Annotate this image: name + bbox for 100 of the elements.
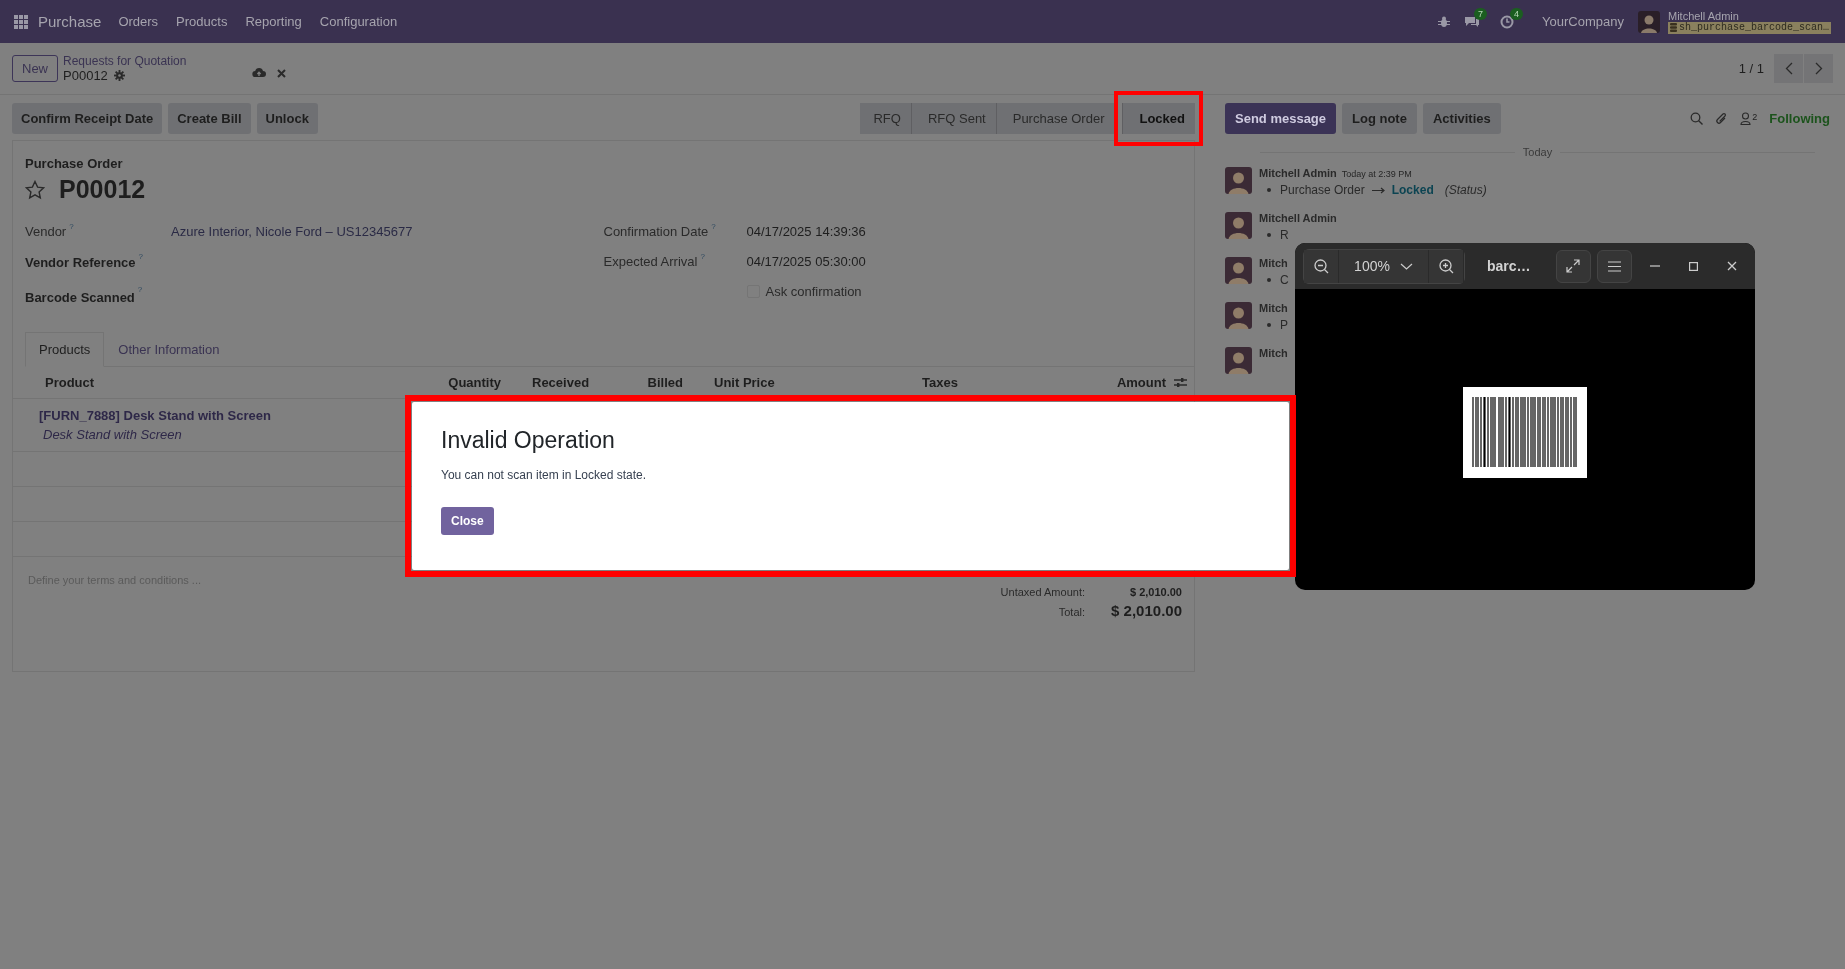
following-button[interactable]: Following — [1769, 111, 1830, 126]
avatar-icon — [1225, 212, 1252, 239]
status-stage[interactable]: Locked — [1122, 103, 1195, 134]
message-author: Mitch — [1259, 302, 1288, 314]
status-stage[interactable]: Purchase Order — [995, 103, 1115, 134]
paperclip-icon[interactable] — [1715, 111, 1729, 126]
minimize-icon — [1649, 265, 1660, 267]
record-title: P00012 — [59, 175, 146, 204]
message-text: R — [1280, 228, 1289, 242]
close-button[interactable]: Close — [441, 507, 494, 535]
pager-value: 1 / 1 — [1738, 61, 1764, 76]
message-time: Today at 2:39 PM — [1341, 169, 1412, 179]
expand-icon — [1566, 259, 1581, 273]
person-icon[interactable] — [1740, 112, 1752, 125]
new-button[interactable]: New — [12, 55, 58, 82]
status-stage[interactable]: RFQ Sent — [910, 103, 996, 134]
chevron-right-icon — [1814, 62, 1823, 75]
field-label: Vendor Reference — [25, 255, 136, 270]
column-header[interactable]: Product — [45, 375, 441, 390]
bullet-icon — [1267, 323, 1271, 327]
tracking-value: Locked — [1391, 183, 1434, 197]
database-name: sh_purchase_barcode_scan… — [1678, 21, 1829, 34]
field-label: Confirmation Date — [603, 223, 709, 239]
app-name[interactable]: Purchase — [38, 13, 102, 30]
discard-icon[interactable] — [277, 69, 287, 78]
zoom-out-icon — [1313, 258, 1329, 274]
chatter-button[interactable]: Log note — [1342, 103, 1417, 134]
tab[interactable]: Other Information — [104, 332, 234, 367]
company-name[interactable]: YourCompany — [1542, 14, 1624, 29]
column-header[interactable]: Taxes — [891, 375, 1031, 390]
menu-item[interactable]: Products — [176, 14, 228, 29]
column-header[interactable]: Quantity — [441, 375, 501, 390]
menu-item[interactable]: Configuration — [319, 14, 398, 29]
count-badge: 7 — [1474, 7, 1488, 20]
dialog-message: You can not scan item in Locked state. — [441, 468, 647, 482]
close-icon — [1726, 261, 1737, 271]
help-mark[interactable]: ? — [138, 252, 143, 261]
column-header[interactable]: Unit Price — [683, 375, 891, 390]
vendor-link[interactable]: Azure Interior, Nicole Ford – US12345677 — [171, 223, 413, 239]
record-name: P00012 — [63, 68, 108, 83]
count-badge: 4 — [1510, 7, 1524, 20]
column-header[interactable]: Received — [501, 375, 611, 390]
product-name[interactable]: [FURN_7888] Desk Stand with Screen — [39, 408, 271, 423]
help-mark[interactable]: ? — [69, 222, 74, 231]
cloud-upload-icon[interactable] — [252, 67, 267, 78]
window-title: barc… — [1487, 258, 1531, 274]
total-value: $ 2,010.00 — [1110, 602, 1182, 619]
date-separator: Today — [1522, 146, 1553, 158]
field-value: 04/17/2025 05:30:00 — [746, 253, 866, 269]
menu-button[interactable] — [1596, 249, 1632, 283]
help-mark[interactable]: ? — [700, 252, 705, 261]
app-grid-icon[interactable] — [14, 14, 28, 29]
column-header[interactable]: Amount — [1031, 375, 1166, 390]
tracking-field-name: (Status) — [1444, 183, 1487, 197]
message-author: Mitchell Admin — [1259, 167, 1337, 179]
message-text: P — [1280, 318, 1288, 332]
chevron-down-icon — [1399, 262, 1413, 270]
total-label: Total: — [1058, 606, 1085, 618]
status-stage[interactable]: RFQ — [860, 103, 911, 134]
star-icon[interactable] — [25, 179, 45, 200]
menu-item[interactable]: Orders — [118, 14, 159, 29]
avatar-icon[interactable] — [1637, 10, 1660, 33]
action-button[interactable]: Unlock — [256, 103, 318, 134]
action-button[interactable]: Confirm Receipt Date — [12, 103, 163, 134]
settings-icon[interactable] — [113, 70, 125, 81]
zoom-in-icon — [1438, 258, 1454, 274]
bullet-icon — [1267, 233, 1271, 237]
search-icon[interactable] — [1690, 112, 1704, 125]
field-value: 04/17/2025 14:39:36 — [746, 223, 866, 239]
checkbox-label[interactable]: Ask confirmation — [765, 283, 862, 299]
tab[interactable]: Products — [25, 332, 105, 367]
clock-icon[interactable] — [1500, 14, 1515, 29]
message-text: C — [1280, 273, 1289, 287]
message-author: Mitchell Admin — [1259, 212, 1337, 224]
action-button[interactable]: Create Bill — [168, 103, 251, 134]
chevron-left-icon — [1784, 62, 1793, 75]
zoom-out-button[interactable] — [1304, 249, 1339, 283]
dialog-title: Invalid Operation — [441, 427, 615, 454]
user-name[interactable]: Mitchell Admin — [1667, 9, 1831, 22]
column-header[interactable]: Billed — [611, 375, 683, 390]
total-label: Untaxed Amount: — [1000, 586, 1085, 598]
follower-count: 2 — [1752, 112, 1758, 122]
avatar-icon — [1225, 347, 1252, 374]
avatar-icon — [1225, 257, 1252, 284]
fullscreen-button[interactable] — [1555, 249, 1591, 283]
help-mark[interactable]: ? — [137, 285, 143, 294]
chatter-button[interactable]: Send message — [1225, 103, 1337, 134]
maximize-icon — [1688, 261, 1698, 271]
message-author: Mitch — [1259, 257, 1288, 269]
tracking-field: Purchase Order — [1280, 183, 1365, 197]
sliders-icon[interactable] — [1173, 377, 1187, 388]
breadcrumb-link[interactable]: Requests for Quotation — [63, 54, 187, 68]
chatter-button[interactable]: Activities — [1422, 103, 1501, 134]
menu-item[interactable]: Reporting — [245, 14, 302, 29]
bug-icon[interactable] — [1438, 15, 1451, 28]
field-label: Barcode Scanned — [25, 289, 135, 305]
total-value: $ 2,010.00 — [1129, 586, 1182, 598]
message-author: Mitch — [1259, 347, 1288, 359]
help-mark[interactable]: ? — [711, 222, 716, 231]
menu-icon — [1607, 260, 1621, 272]
